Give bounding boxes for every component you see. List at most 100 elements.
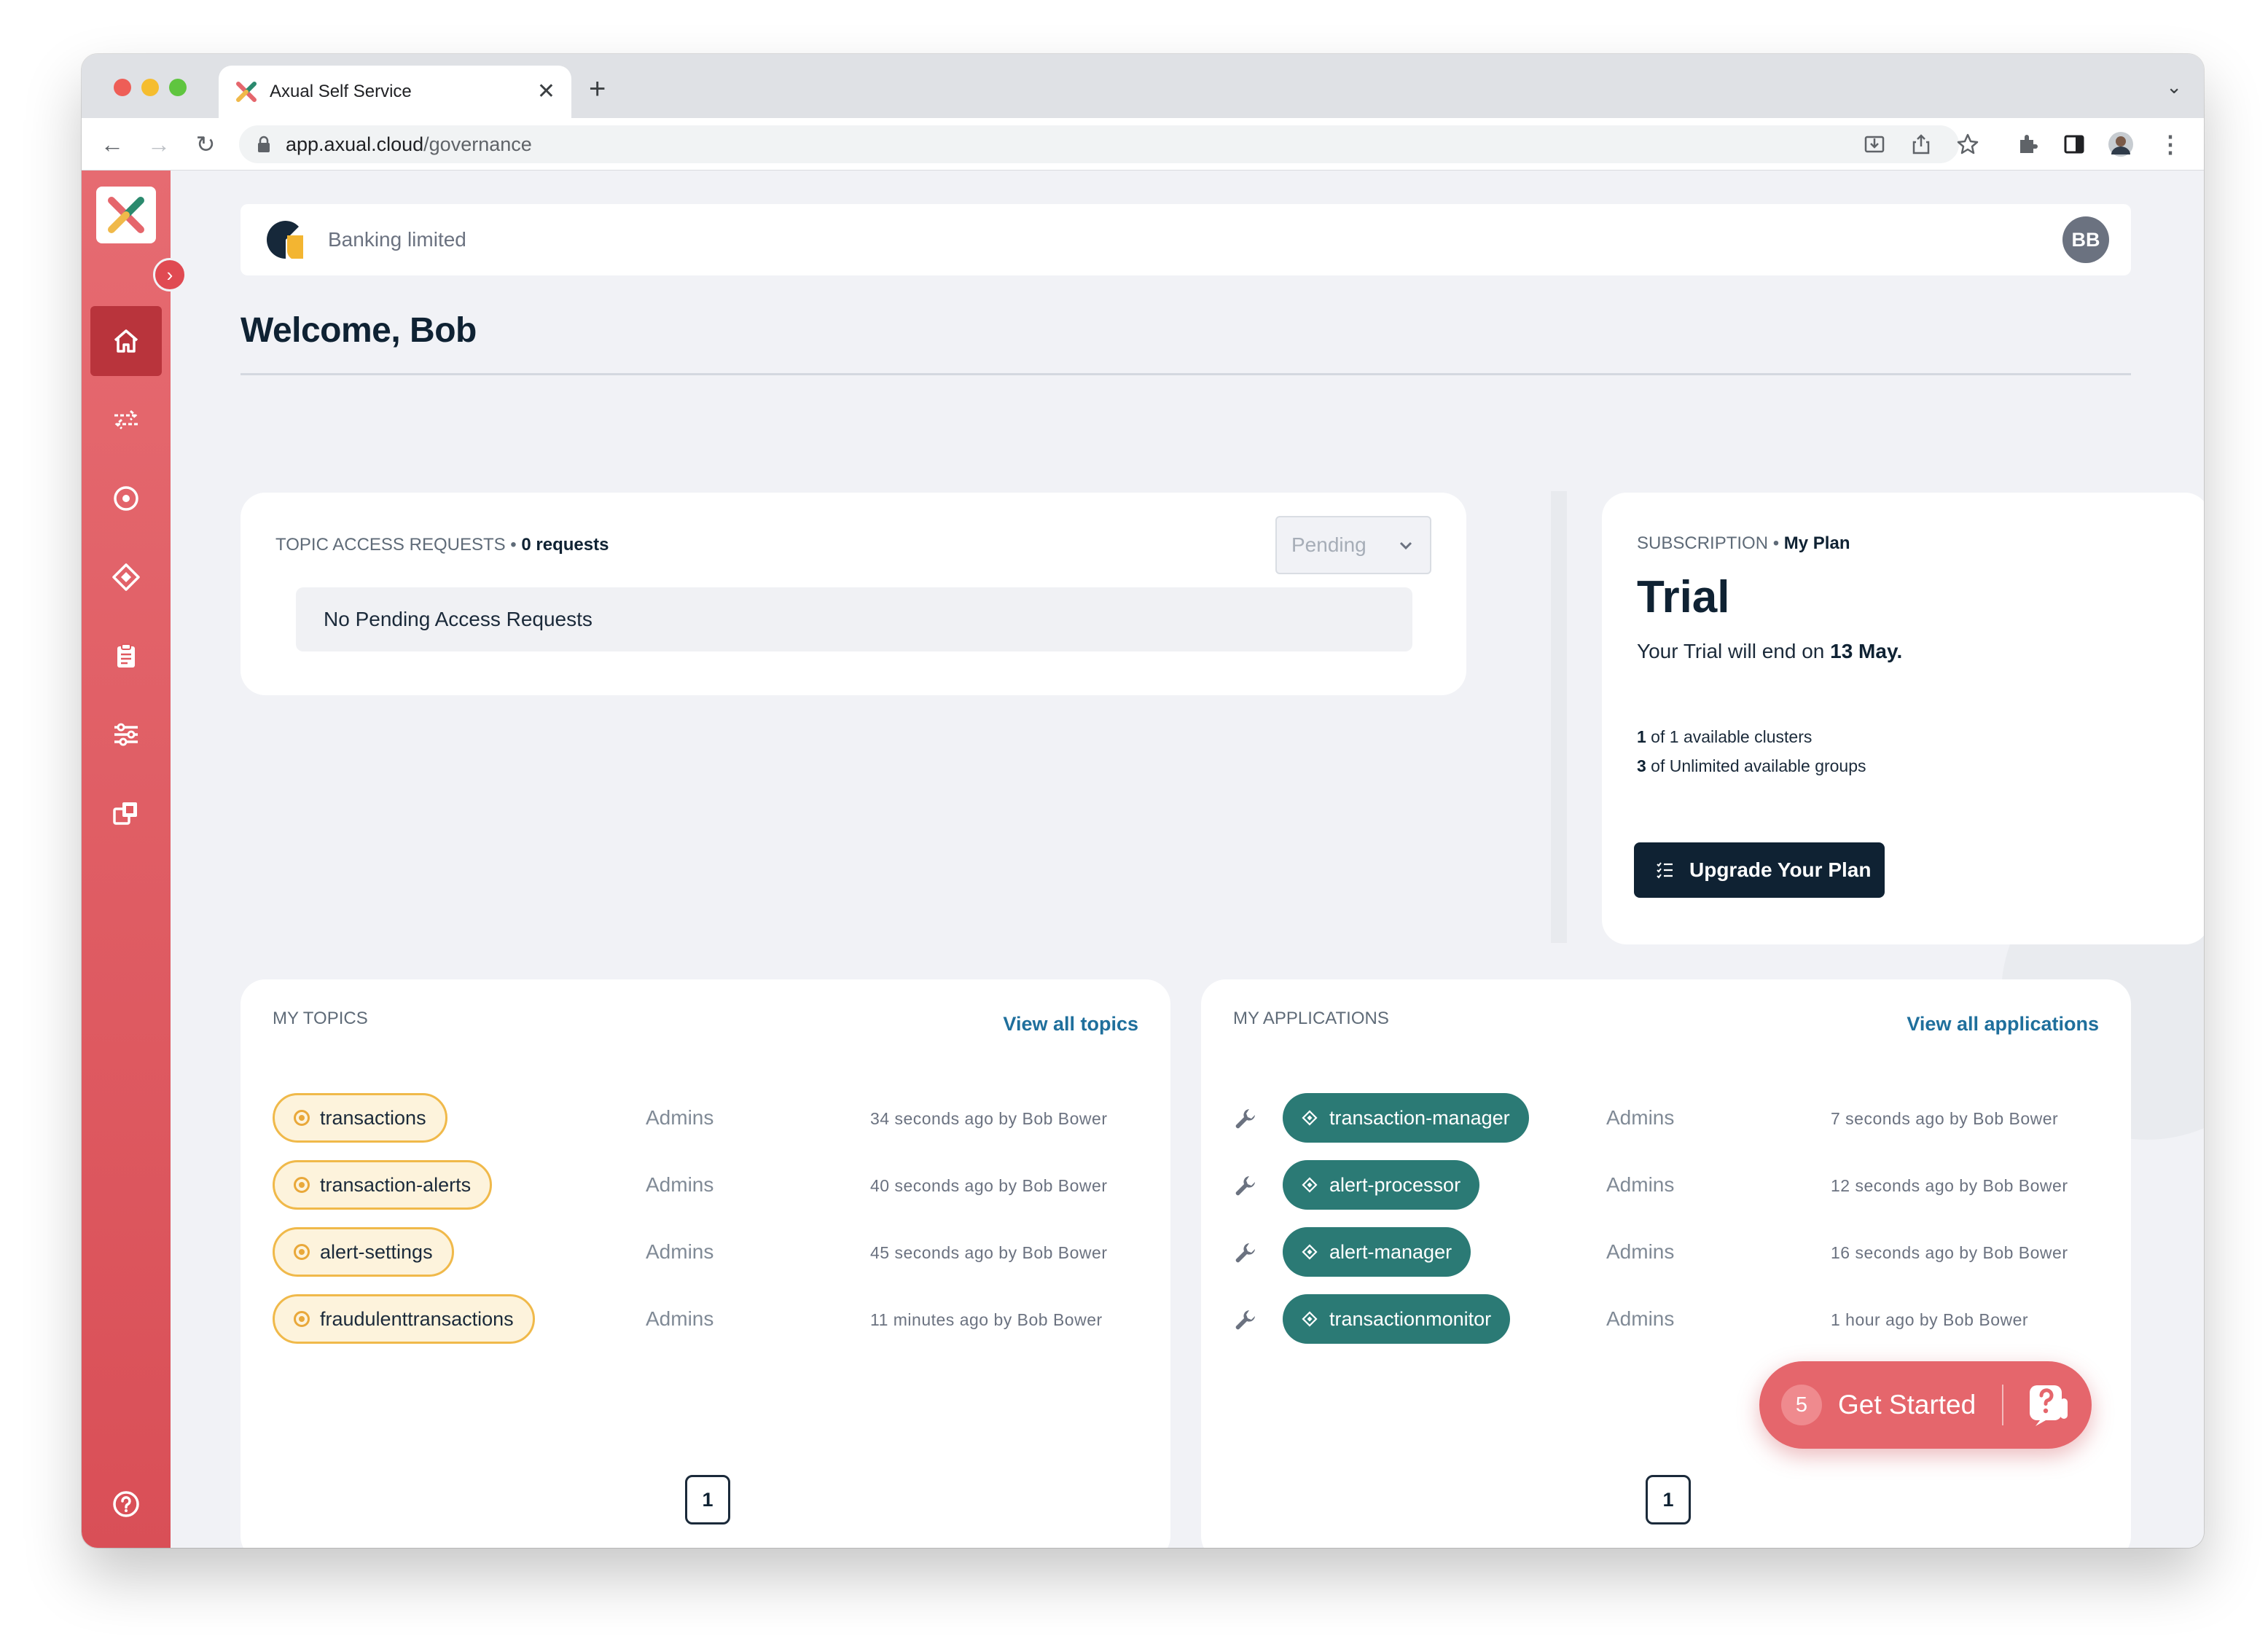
plan-name: Trial — [1637, 572, 1730, 622]
application-pill[interactable]: alert-manager — [1283, 1227, 1471, 1277]
topic-pill[interactable]: transaction-alerts — [273, 1160, 493, 1210]
page-title: Welcome, Bob — [241, 311, 477, 350]
my-applications-card: MY APPLICATIONS View all applications tr… — [1201, 979, 2131, 1548]
application-pill[interactable]: transaction-manager — [1283, 1093, 1529, 1143]
status-filter-value: Pending — [1291, 533, 1366, 556]
topic-name: fraudulenttransactions — [320, 1307, 514, 1330]
wrench-icon[interactable] — [1233, 1106, 1258, 1131]
topic-name: transaction-alerts — [320, 1173, 472, 1196]
reload-icon[interactable]: ↻ — [189, 128, 222, 160]
my-topics-title: MY TOPICS — [273, 1009, 368, 1028]
topic-pill[interactable]: fraudulenttransactions — [273, 1294, 535, 1344]
company-header: Banking limited BB — [241, 204, 2131, 275]
topic-name: transactions — [320, 1106, 426, 1129]
browser-menu-icon[interactable]: ⋮ — [2154, 128, 2186, 160]
list-checks-icon — [1657, 862, 1673, 879]
streams-icon — [114, 410, 138, 430]
sidebar-expand-button[interactable]: › — [153, 258, 187, 291]
application-owner: Admins — [1606, 1106, 1675, 1129]
subscription-title: SUBSCRIPTION — [1637, 533, 1769, 553]
subscription-label: SUBSCRIPTION • My Plan — [1637, 533, 1850, 554]
sidebar-item-topics[interactable] — [90, 463, 162, 533]
application-meta: 16 seconds ago by Bob Bower — [1831, 1243, 2068, 1262]
sidebar-item-applications[interactable] — [90, 542, 162, 612]
sidebar-item-streams[interactable] — [90, 385, 162, 455]
clipboard-icon — [117, 643, 135, 668]
application-pill[interactable]: alert-processor — [1283, 1160, 1480, 1210]
company-name: Banking limited — [328, 228, 466, 251]
application-icon — [1302, 1244, 1318, 1260]
minimize-window-button[interactable] — [141, 79, 159, 96]
view-all-applications-link[interactable]: View all applications — [1907, 1013, 2099, 1036]
user-avatar[interactable]: BB — [2062, 216, 2109, 263]
topic-row: alert-settings Admins 45 seconds ago by … — [241, 1227, 1170, 1277]
side-panel-icon[interactable] — [2061, 131, 2087, 157]
upgrade-plan-button[interactable]: Upgrade Your Plan — [1634, 842, 1885, 898]
applications-icon — [112, 563, 140, 591]
topic-pill[interactable]: transactions — [273, 1093, 447, 1143]
wrench-icon[interactable] — [1233, 1173, 1258, 1198]
topic-row: fraudulenttransactions Admins 11 minutes… — [241, 1294, 1170, 1344]
groups-count: 3 — [1637, 756, 1646, 775]
sidebar-item-settings[interactable] — [90, 700, 162, 770]
application-name: alert-processor — [1329, 1173, 1461, 1196]
topic-owner: Admins — [646, 1173, 714, 1196]
axual-favicon-icon — [236, 82, 257, 102]
browser-toolbar: ← → ↻ app.axual.cloud/governance ⋮ — [82, 118, 2204, 171]
application-icon — [1302, 1311, 1318, 1327]
topic-meta: 45 seconds ago by Bob Bower — [870, 1243, 1108, 1262]
share-icon[interactable] — [1908, 131, 1934, 157]
wrench-icon[interactable] — [1233, 1240, 1258, 1265]
extensions-icon[interactable] — [2014, 131, 2041, 157]
sidebar-item-home[interactable] — [90, 306, 162, 376]
help-icon — [113, 1491, 139, 1517]
browser-tab[interactable]: Axual Self Service ✕ — [219, 66, 571, 118]
topic-owner: Admins — [646, 1240, 714, 1263]
new-tab-icon[interactable]: + — [589, 74, 606, 103]
get-started-button[interactable]: 5 Get Started — [1759, 1361, 2092, 1449]
topics-page-button[interactable]: 1 — [685, 1475, 730, 1524]
application-row: transaction-manager Admins 7 seconds ago… — [1201, 1093, 2131, 1143]
applications-page-button[interactable]: 1 — [1646, 1475, 1691, 1524]
sidebar-item-help[interactable] — [90, 1469, 162, 1539]
clusters-text: of 1 available clusters — [1646, 727, 1813, 746]
get-started-label: Get Started — [1838, 1390, 1976, 1420]
sidebar-item-environments[interactable] — [90, 778, 162, 848]
topics-icon — [114, 486, 138, 511]
column-divider — [1551, 491, 1567, 943]
address-bar[interactable]: app.axual.cloud/governance — [239, 125, 1959, 163]
topic-pill[interactable]: alert-settings — [273, 1227, 454, 1277]
profile-avatar-icon[interactable] — [2108, 131, 2134, 157]
sidebar — [82, 171, 171, 1548]
get-started-badge: 5 — [1781, 1385, 1822, 1425]
browser-window: Axual Self Service ✕ + ⌄ ← → ↻ app.axual… — [82, 54, 2204, 1548]
groups-stat: 3 of Unlimited available groups — [1637, 756, 1866, 776]
groups-text: of Unlimited available groups — [1646, 756, 1866, 775]
tab-strip: Axual Self Service ✕ + ⌄ — [82, 54, 2204, 118]
topic-meta: 34 seconds ago by Bob Bower — [870, 1109, 1108, 1128]
bookmark-star-icon[interactable] — [1955, 131, 1981, 157]
back-arrow-icon[interactable]: ← — [96, 128, 128, 160]
maximize-window-button[interactable] — [169, 79, 187, 96]
application-owner: Admins — [1606, 1307, 1675, 1330]
chevron-down-icon[interactable]: ⌄ — [2166, 76, 2182, 98]
axual-logo[interactable] — [96, 187, 156, 243]
application-name: alert-manager — [1329, 1240, 1452, 1263]
application-pill[interactable]: transactionmonitor — [1283, 1294, 1511, 1344]
my-applications-title: MY APPLICATIONS — [1233, 1009, 1389, 1028]
clusters-stat: 1 of 1 available clusters — [1637, 727, 1812, 747]
close-tab-icon[interactable]: ✕ — [537, 81, 555, 103]
application-row: alert-manager Admins 16 seconds ago by B… — [1201, 1227, 2131, 1277]
trial-text: Your Trial will end on — [1637, 640, 1831, 662]
empty-requests-message: No Pending Access Requests — [296, 587, 1412, 651]
close-window-button[interactable] — [114, 79, 131, 96]
label-separator: • — [505, 535, 522, 555]
application-row: alert-processor Admins 12 seconds ago by… — [1201, 1160, 2131, 1210]
forward-arrow-icon[interactable]: → — [143, 128, 175, 160]
wrench-icon[interactable] — [1233, 1307, 1258, 1332]
topic-owner: Admins — [646, 1106, 714, 1129]
view-all-topics-link[interactable]: View all topics — [1003, 1013, 1138, 1036]
install-app-icon[interactable] — [1861, 131, 1888, 157]
status-filter-select[interactable]: Pending — [1275, 516, 1431, 574]
sidebar-item-approvals[interactable] — [90, 621, 162, 691]
